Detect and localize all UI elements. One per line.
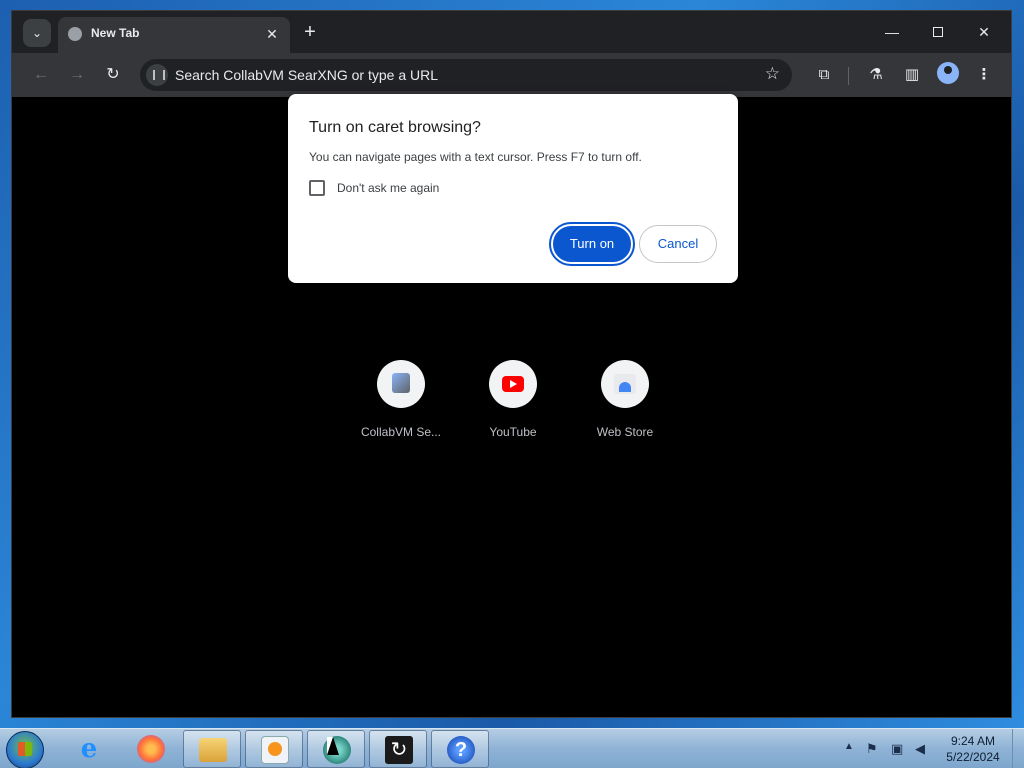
- taskbar: e ↻ ? ▲ ⚑ ▣ ◀ 9:24 AM 5/22/2024: [0, 728, 1024, 768]
- caret-browsing-dialog: Turn on caret browsing? You can navigate…: [288, 94, 738, 283]
- profile-avatar-icon[interactable]: [937, 62, 959, 84]
- minimize-button[interactable]: —: [872, 19, 912, 45]
- action-center-flag-icon[interactable]: ⚑: [866, 741, 882, 757]
- taskbar-file-explorer[interactable]: [183, 730, 241, 768]
- side-panel-icon[interactable]: ▥: [900, 63, 924, 87]
- shortcut-label: Web Store: [596, 425, 654, 439]
- close-icon[interactable]: ✕: [262, 24, 282, 44]
- folder-icon: [199, 738, 227, 762]
- labs-flask-icon[interactable]: ⚗: [864, 63, 888, 87]
- shortcut-tile: [377, 360, 425, 408]
- clock-date: 5/22/2024: [946, 750, 1000, 764]
- youtube-icon: [502, 376, 524, 392]
- tab-strip: ⌄ New Tab ✕ + — ✕: [12, 11, 1011, 53]
- back-button[interactable]: ←: [29, 63, 53, 87]
- extensions-icon[interactable]: ⧉: [812, 63, 836, 87]
- tab-new-tab[interactable]: New Tab ✕: [58, 17, 290, 53]
- turn-on-button[interactable]: Turn on: [549, 222, 635, 266]
- show-hidden-icons-arrow[interactable]: ▲: [844, 741, 854, 752]
- cancel-button[interactable]: Cancel: [639, 225, 717, 263]
- taskbar-firefox[interactable]: [122, 730, 180, 768]
- window-close-button[interactable]: ✕: [964, 19, 1004, 45]
- tab-search-button[interactable]: ⌄: [23, 19, 51, 47]
- globe-icon: [68, 27, 82, 41]
- taskbar-sync-app[interactable]: ↻: [369, 730, 427, 768]
- toolbar-divider: [848, 67, 849, 85]
- dialog-title: Turn on caret browsing?: [309, 119, 481, 136]
- new-tab-button[interactable]: +: [298, 21, 322, 45]
- start-button[interactable]: [6, 731, 44, 768]
- address-bar-placeholder: Search CollabVM SearXNG or type a URL: [175, 67, 438, 83]
- address-bar[interactable]: Search CollabVM SearXNG or type a URL ☆: [140, 59, 792, 91]
- taskbar-help[interactable]: ?: [431, 730, 489, 768]
- dont-ask-again-checkbox[interactable]: [309, 180, 325, 196]
- bookmark-star-icon[interactable]: ☆: [765, 64, 780, 84]
- show-desktop-button[interactable]: [1012, 729, 1024, 768]
- shortcut-tile: [489, 360, 537, 408]
- shortcut-youtube[interactable]: YouTube: [457, 360, 569, 450]
- taskbar-internet-explorer[interactable]: e: [60, 730, 118, 768]
- shortcut-collabvm[interactable]: CollabVM Se...: [345, 360, 457, 450]
- maximize-button[interactable]: [918, 19, 958, 45]
- taskbar-media-player[interactable]: [245, 730, 303, 768]
- web-store-icon: [614, 374, 636, 394]
- dialog-body: You can navigate pages with a text curso…: [309, 150, 642, 164]
- sync-icon: ↻: [385, 736, 413, 764]
- chevron-down-icon: ⌄: [31, 26, 43, 40]
- internet-explorer-icon: e: [80, 734, 98, 764]
- shortcut-label: CollabVM Se...: [360, 425, 442, 439]
- network-icon[interactable]: ▣: [891, 741, 907, 757]
- browser-toolbar: ← → ↻ Search CollabVM SearXNG or type a …: [12, 53, 1011, 97]
- dont-ask-again-label[interactable]: Don't ask me again: [337, 181, 439, 195]
- help-icon: ?: [447, 736, 475, 764]
- reload-button[interactable]: ↻: [101, 63, 125, 87]
- shortcut-label: YouTube: [489, 425, 537, 439]
- media-player-icon: [261, 736, 289, 764]
- browser-window: ⌄ New Tab ✕ + — ✕ ← → ↻ Search CollabVM …: [11, 10, 1012, 718]
- site-info-icon[interactable]: [146, 64, 168, 86]
- tab-title: New Tab: [91, 26, 140, 40]
- taskbar-clock[interactable]: 9:24 AM 5/22/2024: [942, 733, 1004, 765]
- forward-button[interactable]: →: [65, 63, 89, 87]
- shortcut-tile: [601, 360, 649, 408]
- shortcut-web-store[interactable]: Web Store: [569, 360, 681, 450]
- clock-time: 9:24 AM: [950, 734, 996, 748]
- firefox-icon: [137, 735, 165, 763]
- volume-muted-icon[interactable]: ◀: [915, 741, 931, 757]
- maximize-icon: [933, 27, 943, 37]
- mouse-cursor: [327, 737, 339, 755]
- collabvm-icon: [392, 373, 410, 393]
- more-menu-icon[interactable]: ⋮: [972, 63, 996, 87]
